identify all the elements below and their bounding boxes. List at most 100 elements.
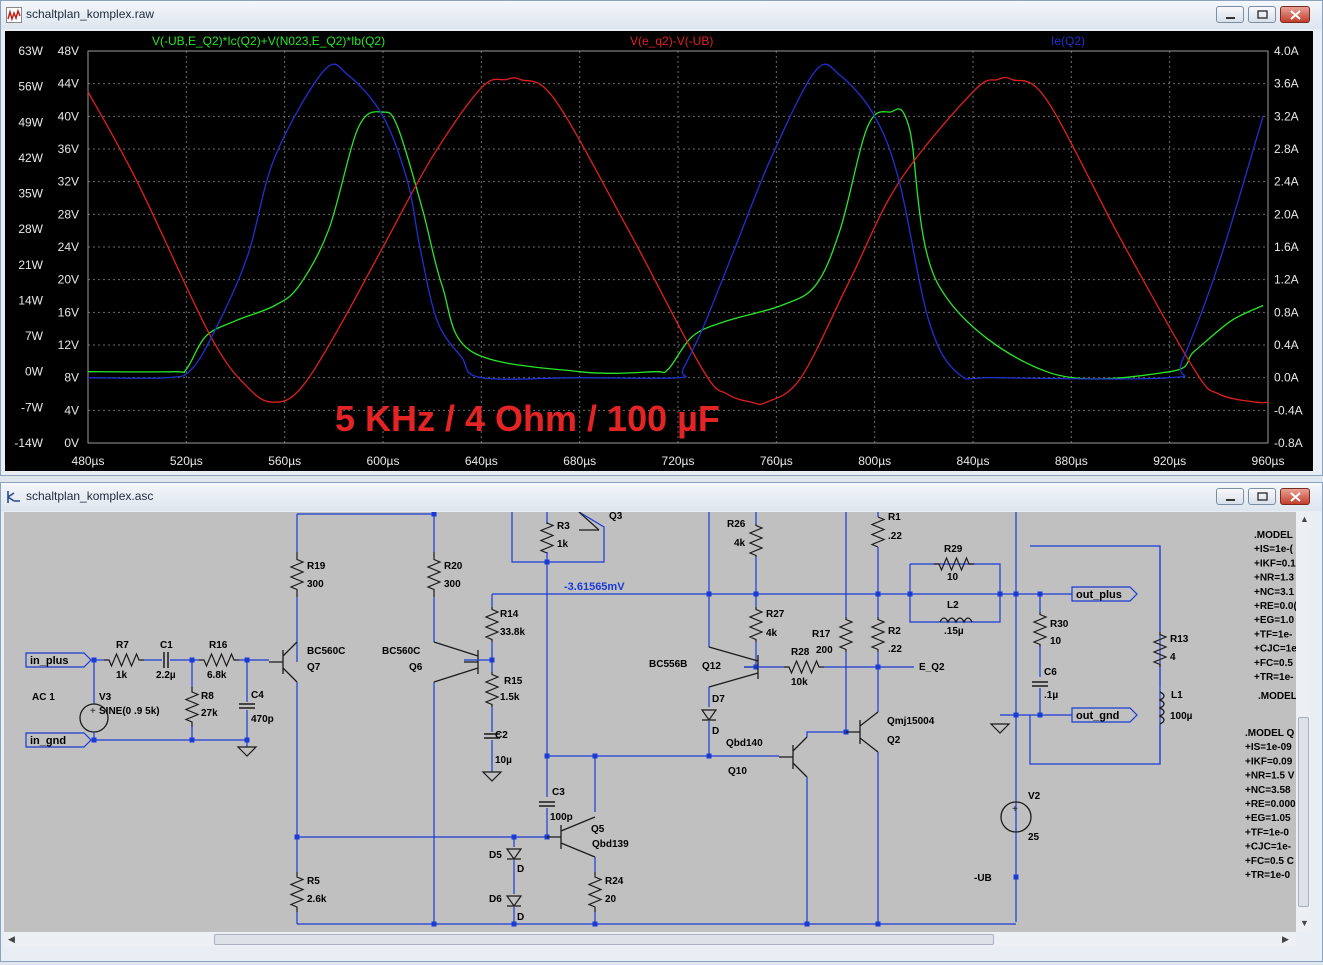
y-inner-tick-label: 12V [58,338,79,352]
close-button[interactable] [1280,6,1310,23]
y-right-tick-label: 2.4A [1274,175,1299,189]
r19-label: R19 [307,561,326,572]
r3-label: R3 [557,521,570,532]
spice-model-text: +NR=1.5 V [1245,771,1295,782]
r5-value: 2.6k [307,894,327,905]
q7-model: BC560C [307,646,345,657]
y-right-tick-label: -0.8A [1274,436,1303,450]
schematic-canvas[interactable]: R19 300 BC560C Q7 R5 2.6k R20 300 BC560C Q6 in_plu… [4,512,1296,932]
y-right-tick-label: 0.8A [1274,305,1299,319]
y-outer-tick-label: 7W [25,329,44,343]
waveform-titlebar[interactable]: schaltplan_komplex.raw [1,1,1322,29]
y-outer-tick-label: -14W [14,436,43,450]
spice-model-text: +RE=0.0( [1254,601,1296,612]
c6-value: .1µ [1044,690,1058,701]
trace-legend-label[interactable]: V(e_q2)-V(-UB) [630,34,713,48]
scroll-down-icon[interactable]: ▼ [1300,918,1309,928]
spice-model-text: +NR=1.3 [1254,573,1294,584]
horizontal-scroll-thumb[interactable] [214,934,994,945]
l1-value: 100µ [1170,711,1193,722]
junction-dot [592,921,598,927]
y-inner-tick-label: 44V [58,77,79,91]
in-plus-port: in_plus [30,655,69,667]
spice-model-text: +NC=3.58 [1245,785,1291,796]
close-button[interactable] [1280,488,1310,505]
spice-model-text: +CJC=1e- [1254,644,1296,655]
minimize-button[interactable] [1216,6,1244,23]
scroll-right-icon[interactable]: ▶ [1282,934,1289,945]
horizontal-scrollbar[interactable]: ◀ ▶ [4,932,1296,947]
y-right-tick-label: 2.0A [1274,207,1299,221]
r30-label: R30 [1050,619,1069,630]
schematic-titlebar[interactable]: schaltplan_komplex.asc [1,483,1322,511]
x-tick-label: 560µs [268,454,301,468]
y-inner-tick-label: 32V [58,175,79,189]
r8-value: 27k [201,708,218,719]
r2-value: .22 [888,644,902,655]
y-right-tick-label: -0.4A [1274,403,1303,417]
x-tick-label: 480µs [72,454,105,468]
r28-label: R28 [791,647,810,658]
schematic-window-title: schaltplan_komplex.asc [26,489,154,503]
d7-value: D [712,726,719,737]
y-right-tick-label: 3.2A [1274,109,1299,123]
d5-label: D5 [489,850,502,861]
waveform-app-icon [6,7,22,23]
y-outer-tick-label: 56W [18,80,43,94]
scroll-left-icon[interactable]: ◀ [8,934,15,945]
y-inner-tick-label: 36V [58,142,79,156]
spice-model-text: .MODEL [1258,691,1296,702]
y-outer-tick-label: 14W [18,293,43,307]
junction-dot [875,921,881,927]
spice-model-text: +TF=1e- [1254,629,1292,640]
waveform-plot[interactable]: 480µs 520µs 560µs 600µs 640µs 680µs 720µs 760µs… [5,31,1313,471]
r7-value: 1k [116,670,128,681]
trace-legend-label[interactable]: V(-UB,E_Q2)*Ic(Q2)+V(N023,E_Q2)*Ib(Q2) [152,34,385,48]
r16-label: R16 [209,640,228,651]
l2-label: L2 [947,600,959,611]
vertical-scrollbar[interactable]: ▲ ▼ [1296,512,1311,932]
restore-button[interactable] [1248,6,1276,23]
restore-icon [1257,10,1268,19]
v3-value: SINE(0 .9 5k) [99,706,160,717]
probe-voltage-label: -3.61565mV [564,581,625,593]
y-inner-tick-label: 28V [58,207,79,221]
x-tick-label: 960µs [1252,454,1285,468]
r20-value: 300 [444,579,461,590]
q12-name: Q12 [702,661,721,672]
c4-value: 470p [251,714,274,725]
x-tick-label: 880µs [1055,454,1088,468]
c2-label: C2 [495,730,508,741]
r24-label: R24 [605,876,624,887]
v3-plus-icon: + [90,706,96,717]
d7-label: D7 [712,694,725,705]
r26-value: 4k [734,538,746,549]
q7-name: Q7 [307,662,321,673]
spice-model-text: +EG=1.05 [1245,813,1291,824]
y-right-tick-label: 4.0A [1274,44,1299,58]
waveform-window-title: schaltplan_komplex.raw [26,7,155,21]
spice-model-text: +TF=1e-0 [1245,827,1289,838]
y-right-tick-label: 0.0A [1274,371,1299,385]
r15-label: R15 [504,676,523,687]
vertical-scroll-thumb[interactable] [1298,717,1309,907]
r1-value: .22 [888,531,902,542]
spice-model-text: +EG=1.0 [1254,615,1294,626]
q10-model: Qbd140 [726,738,763,749]
junction-dot [294,834,300,840]
r27-label: R27 [766,609,785,620]
r17-label: R17 [812,629,831,640]
junction-dot [189,737,195,743]
spice-model-text: +NC=3.1 [1254,587,1294,598]
q5-name: Q5 [591,824,605,835]
minimize-button[interactable] [1216,488,1244,505]
v3-label: V3 [99,692,112,703]
q2-model: Qmj15004 [887,716,935,727]
q10-name: Q10 [728,766,747,777]
spice-model-text: +IS=1e-09 [1245,742,1292,753]
r14-label: R14 [500,609,519,620]
scroll-up-icon[interactable]: ▲ [1300,514,1309,524]
trace-legend-label[interactable]: Ie(Q2) [1051,34,1085,48]
restore-button[interactable] [1248,488,1276,505]
spice-model-text: .MODEL [1254,530,1293,541]
